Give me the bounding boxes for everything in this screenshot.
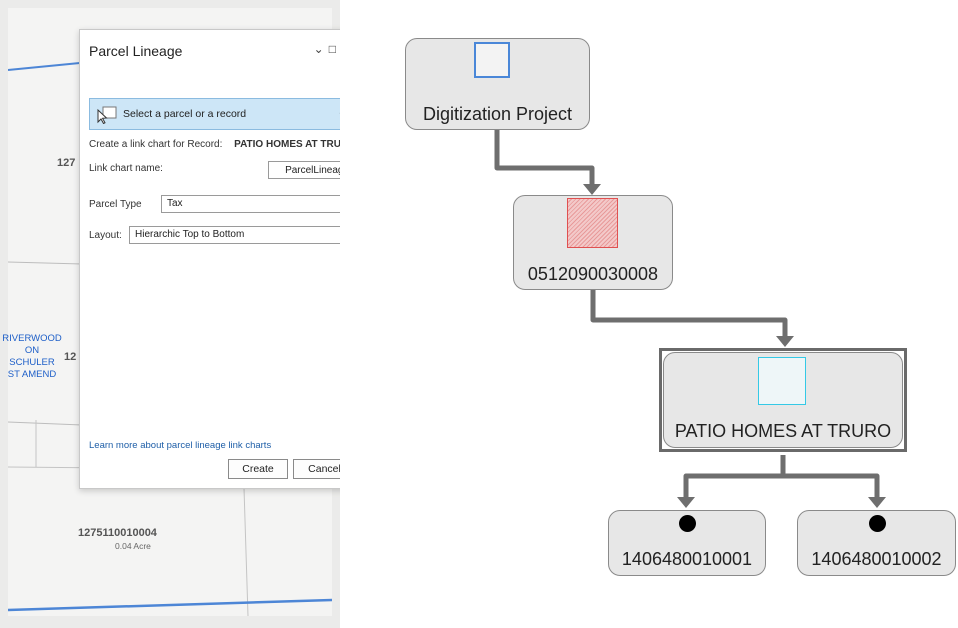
learn-more-link[interactable]: Learn more about parcel lineage link cha… [89, 440, 271, 451]
parcel-area-label: 0.04 Acre [115, 541, 151, 551]
map-frame [0, 0, 340, 8]
node-digitization-project[interactable]: Digitization Project [405, 38, 590, 130]
map-frame [0, 616, 340, 628]
parcel-id-label: 1275110010004 [78, 527, 157, 539]
node-label: Digitization Project [422, 104, 573, 124]
layout-value: Hierarchic Top to Bottom [135, 229, 245, 240]
lot-number-label: 12 [64, 351, 77, 363]
select-cursor-icon [97, 106, 117, 124]
chevron-down-icon[interactable]: ⌄ [314, 42, 329, 56]
node-record-patio-homes[interactable]: PATIO HOMES AT TRURO [663, 352, 903, 448]
node-label: 0512090030008 [527, 264, 659, 284]
subdivision-label: RIVERWOOD ON SCHULER ST AMEND [2, 333, 62, 380]
record-symbol-icon [758, 357, 806, 405]
create-button[interactable]: Create [228, 459, 288, 479]
parcel-symbol-icon [567, 198, 618, 248]
map-frame [0, 0, 8, 628]
record-label: Create a link chart for Record: [89, 139, 223, 150]
node-parcel-1406480010001[interactable]: 1406480010001 [608, 510, 766, 576]
link-chart-view[interactable]: Digitization Project 0512090030008 PATIO… [340, 0, 958, 628]
pane-title: Parcel Lineage [89, 43, 183, 59]
layout-label: Layout: [89, 230, 122, 241]
record-value: PATIO HOMES AT TRURO [234, 139, 356, 150]
project-symbol-icon [474, 42, 510, 78]
parcel-type-select[interactable]: Tax ▾ [161, 195, 355, 213]
lot-number-label: 127 [57, 157, 76, 169]
link-chart-name-label: Link chart name: [89, 163, 163, 174]
select-parcel-dropdown[interactable]: Select a parcel or a record ⌄ [89, 98, 355, 130]
node-parcel-0512090030008[interactable]: 0512090030008 [513, 195, 673, 290]
parcel-point-icon [679, 515, 696, 532]
parcel-type-label: Parcel Type [89, 199, 142, 210]
parcel-lineage-pane: Parcel Lineage ⌄□✕ Select a parcel or a … [79, 29, 363, 489]
node-label: 1406480010001 [621, 549, 753, 569]
node-parcel-1406480010002[interactable]: 1406480010002 [797, 510, 956, 576]
node-label: PATIO HOMES AT TRURO [674, 421, 892, 441]
node-label: 1406480010002 [811, 549, 942, 569]
parcel-point-icon [869, 515, 886, 532]
layout-select[interactable]: Hierarchic Top to Bottom ⌄ [129, 226, 355, 244]
parcel-type-value: Tax [167, 198, 183, 209]
selector-label: Select a parcel or a record [123, 108, 247, 120]
